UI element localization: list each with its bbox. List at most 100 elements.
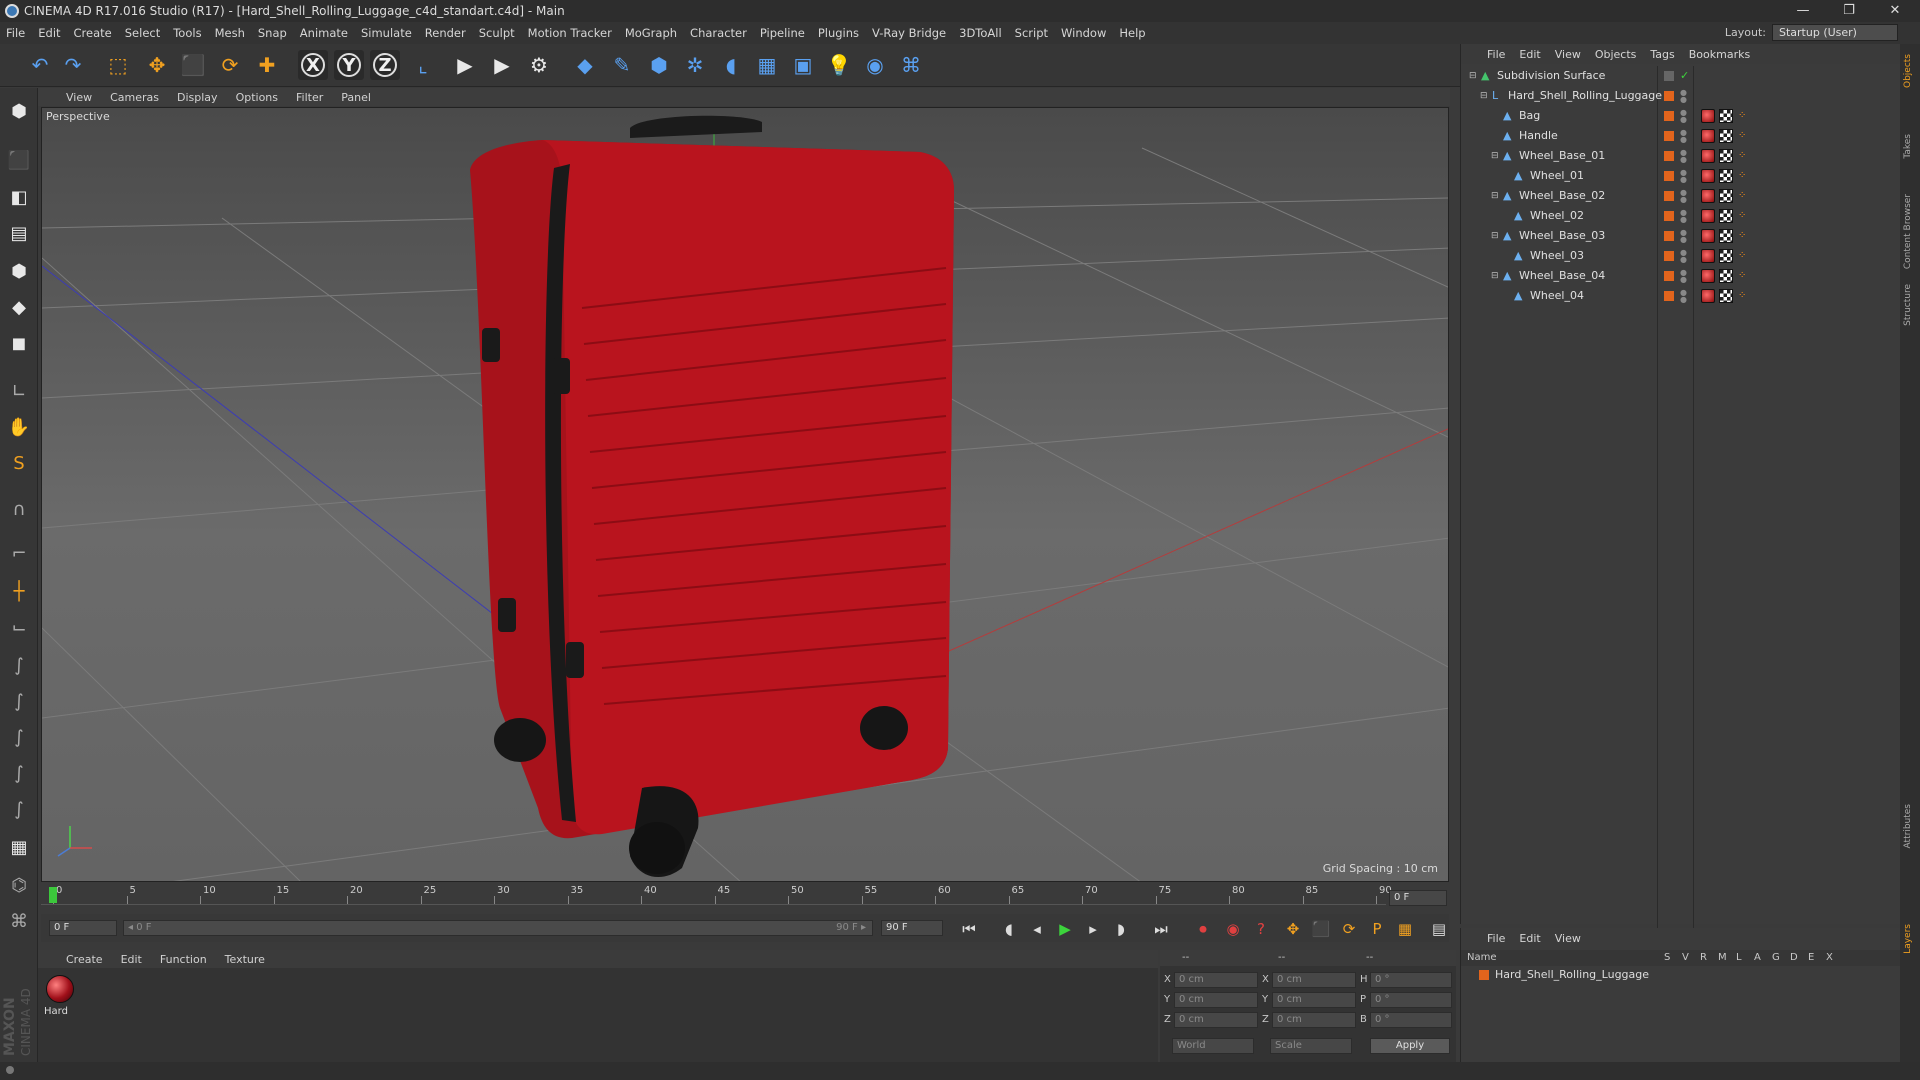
enabled-check-icon[interactable]: ✓ — [1680, 66, 1689, 86]
brush-d-button[interactable]: ∫ — [4, 758, 34, 788]
expand-toggle-icon[interactable]: ⊟ — [1491, 271, 1501, 281]
locked-workplane-button[interactable]: ⌙ — [4, 612, 34, 642]
layer-col-d[interactable]: D — [1790, 952, 1798, 963]
viewport-menu-display[interactable]: Display — [177, 91, 218, 104]
menu-character[interactable]: Character — [690, 26, 747, 40]
menu-create[interactable]: Create — [74, 26, 112, 40]
uvw-tag-icon[interactable] — [1719, 109, 1733, 123]
uvw-tag-icon[interactable] — [1719, 129, 1733, 143]
layer-col-x[interactable]: X — [1826, 952, 1833, 963]
selection-tag-icon[interactable]: ⁘ — [1738, 270, 1748, 282]
python-console-button[interactable]: ⌘ — [4, 906, 34, 936]
layer-swatch[interactable] — [1664, 91, 1674, 101]
material-tag-icon[interactable] — [1701, 169, 1715, 183]
object-name[interactable]: Wheel_02 — [1530, 206, 1584, 226]
python-button[interactable]: ⌘ — [896, 50, 926, 80]
workplane-button[interactable]: ▤ — [4, 218, 34, 248]
material-tag-icon[interactable] — [1701, 249, 1715, 263]
viewport-menu-panel[interactable]: Panel — [341, 91, 371, 104]
object-row[interactable]: ⊟ ▲ Subdivision Surface ✓ — [1461, 66, 1901, 86]
menu-plugins[interactable]: Plugins — [818, 26, 859, 40]
live-select-button[interactable]: ⬚ — [103, 50, 133, 80]
layer-col-r[interactable]: R — [1700, 952, 1707, 963]
material-tag-icon[interactable] — [1701, 209, 1715, 223]
material-label[interactable]: Hard — [44, 1006, 68, 1017]
layer-swatch[interactable] — [1664, 291, 1674, 301]
object-row[interactable]: ▲ Wheel_03 ● ● ⁘ — [1461, 246, 1901, 266]
object-menu-edit[interactable]: Edit — [1519, 48, 1540, 61]
menu-pipeline[interactable]: Pipeline — [760, 26, 805, 40]
object-menu-objects[interactable]: Objects — [1595, 48, 1637, 61]
object-name[interactable]: Wheel_01 — [1530, 166, 1584, 186]
minimize-button[interactable]: — — [1780, 0, 1826, 22]
object-row[interactable]: ⊟ ▲ Wheel_Base_02 ● ● ⁘ — [1461, 186, 1901, 206]
end-frame-field[interactable]: 90 F — [881, 920, 943, 936]
material-swatch[interactable] — [46, 975, 74, 1003]
key-parameter-button[interactable]: P — [1366, 919, 1388, 939]
selection-tag-icon[interactable]: ⁘ — [1738, 290, 1748, 302]
go-to-end-button[interactable]: ⏭ — [1150, 919, 1172, 939]
undo-button[interactable]: ↶ — [25, 50, 55, 80]
layer-swatch[interactable] — [1664, 171, 1674, 181]
light-button[interactable]: 💡 — [824, 50, 854, 80]
uvw-tag-icon[interactable] — [1719, 209, 1733, 223]
selection-tag-icon[interactable]: ⁘ — [1738, 130, 1748, 142]
y-axis-lock-button[interactable]: Y — [334, 50, 364, 80]
spline-pen-button[interactable]: ✎ — [607, 50, 637, 80]
expand-toggle-icon[interactable]: ⊟ — [1491, 151, 1501, 161]
close-button[interactable]: ✕ — [1872, 0, 1918, 22]
side-tab-attributes[interactable]: Attributes — [1903, 804, 1913, 848]
menu-render[interactable]: Render — [425, 26, 466, 40]
layer-col-a[interactable]: A — [1754, 952, 1761, 963]
brush-b-button[interactable]: ∫ — [4, 686, 34, 716]
autokey-button[interactable]: ◉ — [1222, 919, 1244, 939]
apply-button[interactable]: Apply — [1370, 1038, 1450, 1054]
make-editable-button[interactable]: ⬢ — [4, 96, 34, 126]
object-name[interactable]: Subdivision Surface — [1497, 66, 1605, 86]
object-row[interactable]: ▲ Wheel_04 ● ● ⁘ — [1461, 286, 1901, 306]
expand-toggle-icon[interactable]: ⊟ — [1469, 71, 1479, 81]
visibility-dots-icon[interactable]: ● ● — [1680, 269, 1687, 284]
object-row[interactable]: ⊟ ▲ Wheel_Base_01 ● ● ⁘ — [1461, 146, 1901, 166]
object-row[interactable]: ⊟ L Hard_Shell_Rolling_Luggage ● ● — [1461, 86, 1901, 106]
menu-file[interactable]: File — [6, 26, 25, 40]
menu-mesh[interactable]: Mesh — [215, 26, 245, 40]
key-position-button[interactable]: ✥ — [1282, 919, 1304, 939]
object-name[interactable]: Wheel_Base_03 — [1519, 226, 1605, 246]
object-name[interactable]: Handle — [1519, 126, 1558, 146]
frame-range-slider[interactable]: ◂ 0 F 90 F ▸ — [123, 920, 873, 936]
coord-system-dropdown[interactable]: World — [1172, 1038, 1254, 1054]
uvw-tag-icon[interactable] — [1719, 169, 1733, 183]
timeline-ruler[interactable]: 0 5 10 15 20 25 30 35 40 45 50 55 60 65 70 75 80 85 90 0 F — [41, 884, 1449, 912]
move-button[interactable]: ✥ — [142, 50, 172, 80]
menu-window[interactable]: Window — [1061, 26, 1106, 40]
selection-tag-icon[interactable]: ⁘ — [1738, 230, 1748, 242]
coord-rot-field[interactable]: 0 ° — [1370, 992, 1452, 1008]
layer-col-l[interactable]: L — [1736, 952, 1742, 963]
current-frame-marker[interactable] — [49, 887, 57, 903]
layer-menu-file[interactable]: File — [1487, 932, 1505, 945]
key-point-level-button[interactable]: ▦ — [1394, 919, 1416, 939]
layer-menu-edit[interactable]: Edit — [1519, 932, 1540, 945]
menu-snap[interactable]: Snap — [258, 26, 287, 40]
object-menu-bookmarks[interactable]: Bookmarks — [1689, 48, 1750, 61]
scale-button[interactable]: ⬛ — [178, 50, 208, 80]
side-tab-content-browser[interactable]: Content Browser — [1903, 194, 1913, 269]
deformer-button[interactable]: ◖ — [716, 50, 746, 80]
solo-button[interactable]: S — [4, 448, 34, 478]
object-name[interactable]: Wheel_Base_02 — [1519, 186, 1605, 206]
layer-col-s[interactable]: S — [1664, 952, 1670, 963]
viewport-camera-label[interactable]: Perspective — [46, 110, 110, 123]
timeline-layout-button[interactable]: ▤ — [1428, 919, 1450, 939]
menu-edit[interactable]: Edit — [38, 26, 60, 40]
object-menu-file[interactable]: File — [1487, 48, 1505, 61]
object-name[interactable]: Wheel_Base_04 — [1519, 266, 1605, 286]
rotate-button[interactable]: ⟳ — [215, 50, 245, 80]
camera-button[interactable]: ▣ — [788, 50, 818, 80]
floor-button[interactable]: ▦ — [752, 50, 782, 80]
menu-motion-tracker[interactable]: Motion Tracker — [528, 26, 612, 40]
selection-tag-icon[interactable]: ⁘ — [1738, 150, 1748, 162]
tweak-mode-button[interactable]: ✋ — [4, 412, 34, 442]
brush-c-button[interactable]: ∫ — [4, 722, 34, 752]
layer-swatch[interactable] — [1664, 111, 1674, 121]
